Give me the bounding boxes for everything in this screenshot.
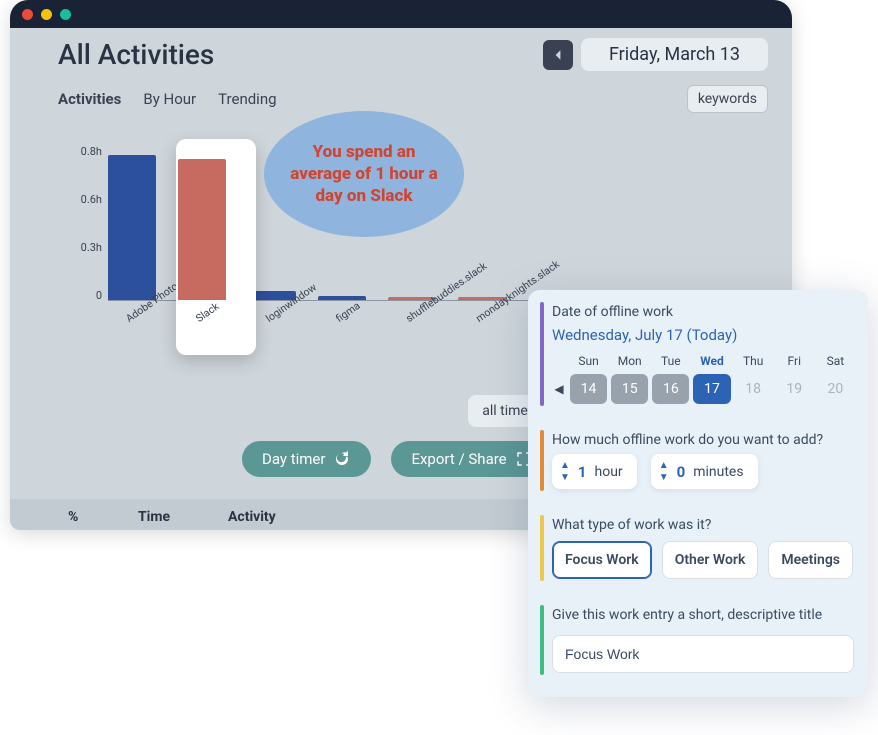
title-label: Give this work entry a short, descriptiv… bbox=[552, 607, 854, 623]
popup-type-section: What type of work was it? Focus Work Othe… bbox=[528, 503, 868, 593]
popup-duration-section: How much offline work do you want to add… bbox=[528, 418, 868, 503]
day-cell[interactable]: 19 bbox=[776, 374, 813, 404]
header: All Activities Friday, March 13 bbox=[10, 28, 792, 77]
date-label: Date of offline work bbox=[552, 304, 854, 320]
tab-activities[interactable]: Activities bbox=[58, 90, 121, 108]
day-cell[interactable]: 14 bbox=[570, 374, 607, 404]
type-label: What type of work was it? bbox=[552, 517, 854, 533]
y-tick: 0.3h bbox=[81, 242, 102, 253]
minutes-unit: minutes bbox=[693, 464, 743, 480]
tab-trending[interactable]: Trending bbox=[218, 90, 276, 108]
hours-stepper[interactable]: ▲▼ 1 hour bbox=[552, 454, 637, 489]
day-cell[interactable]: 15 bbox=[611, 374, 648, 404]
day-timer-label: Day timer bbox=[262, 450, 325, 468]
hours-unit: hour bbox=[595, 464, 623, 480]
day-cell[interactable]: 17 bbox=[693, 374, 730, 404]
keywords-button[interactable]: keywords bbox=[687, 85, 768, 113]
day-timer-button[interactable]: Day timer bbox=[242, 441, 371, 477]
minutes-value: 0 bbox=[677, 463, 686, 481]
type-options: Focus Work Other WorkMeetings bbox=[552, 541, 854, 579]
day-cell[interactable]: 18 bbox=[735, 374, 772, 404]
day-cell[interactable]: 16 bbox=[652, 374, 689, 404]
work-type-option[interactable]: Meetings bbox=[768, 541, 853, 579]
chart-y-axis: 0.8h 0.6h 0.3h 0 bbox=[58, 121, 102, 301]
week-prev-button[interactable]: ◀ bbox=[552, 382, 566, 396]
export-label: Export / Share bbox=[411, 450, 506, 468]
window-titlebar bbox=[10, 0, 792, 28]
work-type-option[interactable]: Focus Work bbox=[552, 541, 652, 579]
day-cell[interactable]: 20 bbox=[817, 374, 854, 404]
minimize-window-icon[interactable] bbox=[41, 9, 52, 20]
tabs: Activities By Hour Trending keywords bbox=[10, 77, 792, 113]
dow-label: Fri bbox=[776, 354, 813, 368]
week-day-headers: Sun Mon Tue Wed Thu Fri Sat bbox=[570, 354, 854, 368]
date-nav: Friday, March 13 bbox=[543, 38, 768, 71]
current-date[interactable]: Friday, March 13 bbox=[581, 38, 768, 71]
popup-title-section: Give this work entry a short, descriptiv… bbox=[528, 593, 868, 687]
dow-label: Tue bbox=[652, 354, 689, 368]
work-type-option[interactable]: Other Work bbox=[662, 541, 759, 579]
title-input[interactable] bbox=[552, 635, 854, 673]
refresh-icon bbox=[333, 450, 351, 468]
y-tick: 0 bbox=[96, 290, 102, 301]
dow-label: Sun bbox=[570, 354, 607, 368]
col-time: Time bbox=[138, 509, 228, 525]
y-tick: 0.6h bbox=[81, 194, 102, 205]
dow-label: Thu bbox=[735, 354, 772, 368]
maximize-window-icon[interactable] bbox=[60, 9, 71, 20]
hours-value: 1 bbox=[578, 463, 587, 481]
y-tick: 0.8h bbox=[81, 146, 102, 157]
offline-work-popup: Date of offline work Wednesday, July 17 … bbox=[528, 290, 868, 697]
date-prev-button[interactable] bbox=[543, 40, 573, 70]
tab-by-hour[interactable]: By Hour bbox=[143, 90, 196, 108]
popup-date-section: Date of offline work Wednesday, July 17 … bbox=[528, 290, 868, 418]
stepper-arrows-icon[interactable]: ▲▼ bbox=[560, 460, 570, 483]
col-percent: % bbox=[68, 509, 138, 525]
selected-date[interactable]: Wednesday, July 17 (Today) bbox=[552, 326, 854, 344]
page-title: All Activities bbox=[58, 38, 214, 71]
dow-label: Sat bbox=[817, 354, 854, 368]
dow-label: Mon bbox=[611, 354, 648, 368]
week-days: 14151617181920 bbox=[570, 374, 854, 404]
close-window-icon[interactable] bbox=[22, 9, 33, 20]
minutes-stepper[interactable]: ▲▼ 0 minutes bbox=[651, 454, 758, 489]
dow-label: Wed bbox=[693, 354, 730, 368]
annotation-bubble: You spend an average of 1 hour a day on … bbox=[264, 111, 464, 237]
duration-label: How much offline work do you want to add… bbox=[552, 432, 854, 448]
stepper-arrows-icon[interactable]: ▲▼ bbox=[659, 460, 669, 483]
